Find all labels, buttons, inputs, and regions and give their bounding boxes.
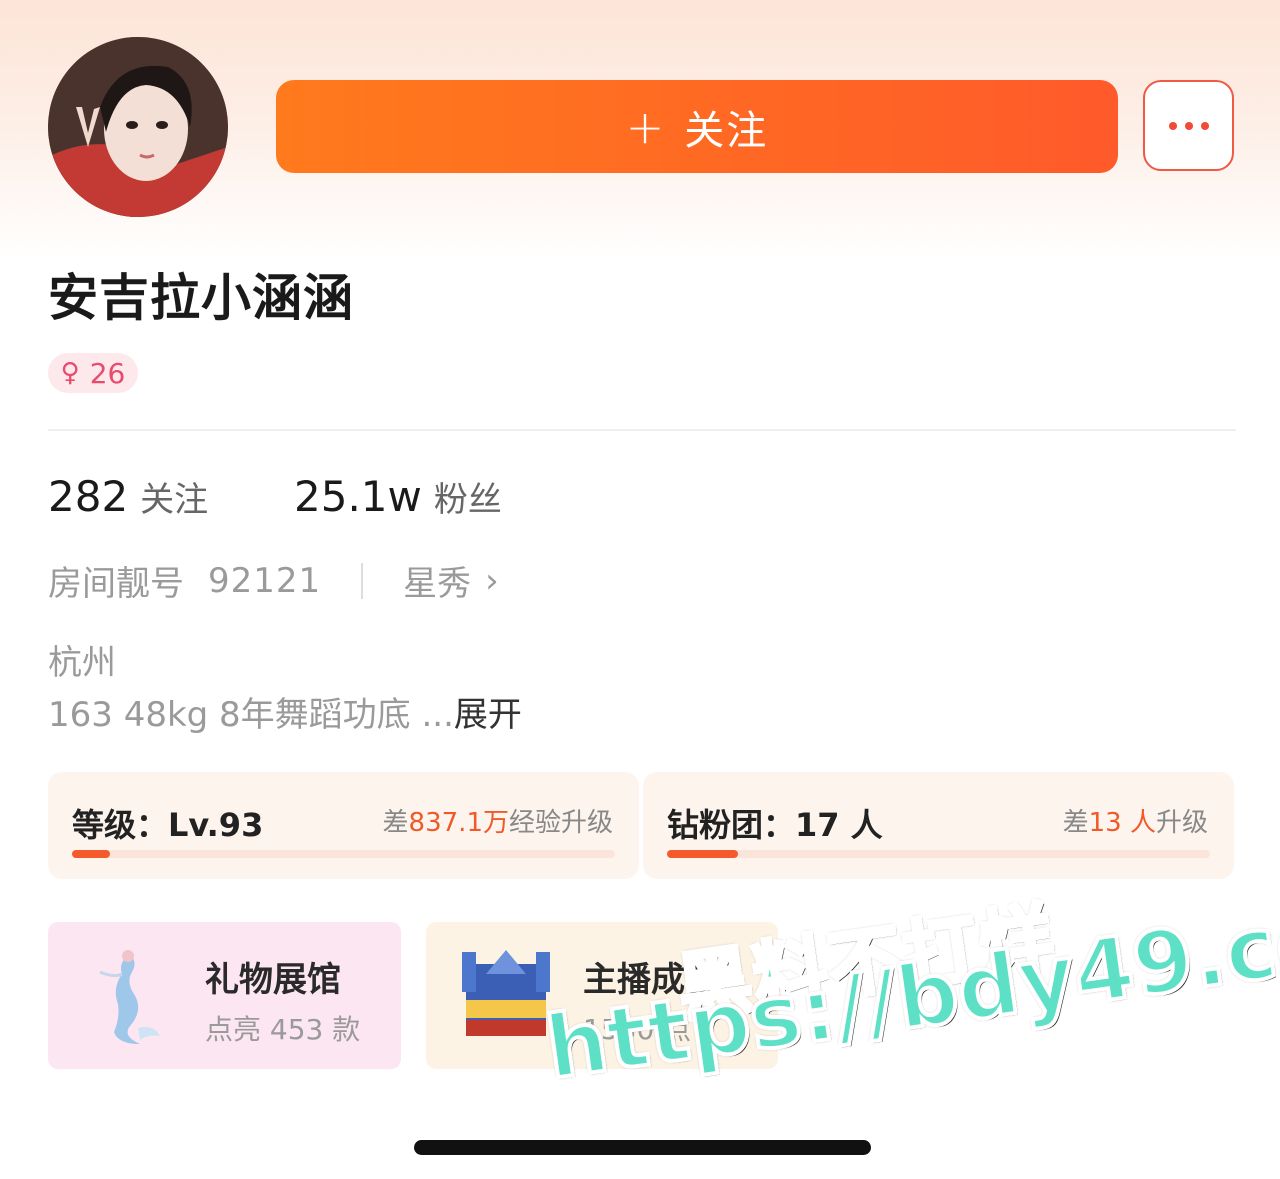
level-hint: 差837.1万经验升级 [383, 802, 613, 839]
age-value: 26 [89, 356, 126, 390]
follow-button[interactable]: + 关注 [276, 80, 1118, 173]
gift-gallery-title: 礼物展馆 [205, 960, 341, 1000]
gift-gallery-subtitle: 点亮 453 款 [205, 1013, 361, 1046]
divider [48, 429, 1236, 431]
more-options-button[interactable] [1143, 80, 1234, 171]
mermaid-gift-icon [99, 950, 160, 1044]
city: 杭州 [48, 643, 116, 683]
level-title: 等级：Lv.93 [72, 806, 264, 844]
fans-label: 粉丝 [433, 480, 502, 520]
gender-age-badge: ♀ 26 [48, 353, 138, 393]
fans-count: 25.1w [294, 472, 422, 521]
gift-gallery-tile[interactable]: 礼物展馆 点亮 453 款 [48, 922, 401, 1069]
room-number: 92121 [208, 560, 322, 601]
fans-club-hint: 差13 人升级 [1063, 802, 1208, 839]
more-icon [1165, 121, 1213, 130]
level-card[interactable]: 等级：Lv.93 差837.1万经验升级 [48, 772, 639, 879]
fans-progress-track [667, 850, 1210, 858]
avatar-image [48, 37, 228, 217]
level-progress-fill [72, 850, 110, 858]
level-hint-suffix: 经验升级 [508, 808, 613, 838]
fans-hint-value: 13 人 [1088, 808, 1156, 838]
bio-text: 163 48kg 8年舞蹈功底 ... [48, 695, 454, 735]
fans-progress-fill [667, 850, 738, 858]
category-label: 星秀 [403, 564, 472, 604]
female-icon: ♀ [60, 358, 80, 388]
bio: 163 48kg 8年舞蹈功底 ...展开 [48, 687, 522, 736]
fans-hint-prefix: 差 [1062, 808, 1089, 838]
level-progress-track [72, 850, 615, 858]
chevron-right-icon: › [485, 560, 499, 601]
fans-club-card[interactable]: 钻粉团：17 人 差13 人升级 [643, 772, 1234, 879]
following-label: 关注 [140, 480, 209, 520]
avatar[interactable] [48, 37, 228, 217]
castle-badge-icon [462, 950, 550, 1036]
fans-hint-suffix: 升级 [1155, 808, 1208, 838]
profile-name: 安吉拉小涵涵 [48, 269, 354, 327]
fans-club-title: 钻粉团：17 人 [667, 806, 883, 844]
room-label: 房间靓号 [48, 564, 184, 604]
follow-label: 关注 [684, 107, 769, 154]
plus-icon: + [625, 99, 667, 154]
following-count: 282 [48, 472, 129, 521]
following-stat[interactable]: 282 关注 [48, 472, 208, 521]
separator [361, 562, 364, 599]
home-indicator[interactable] [414, 1140, 871, 1155]
room-info-row: 房间靓号 92121 星秀 › [48, 556, 499, 605]
fans-stat[interactable]: 25.1w 粉丝 [294, 472, 502, 521]
category-link[interactable]: 星秀 › [403, 556, 499, 605]
level-hint-prefix: 差 [382, 808, 409, 838]
bio-expand-link[interactable]: 展开 [454, 695, 522, 735]
level-hint-value: 837.1万 [408, 808, 509, 838]
